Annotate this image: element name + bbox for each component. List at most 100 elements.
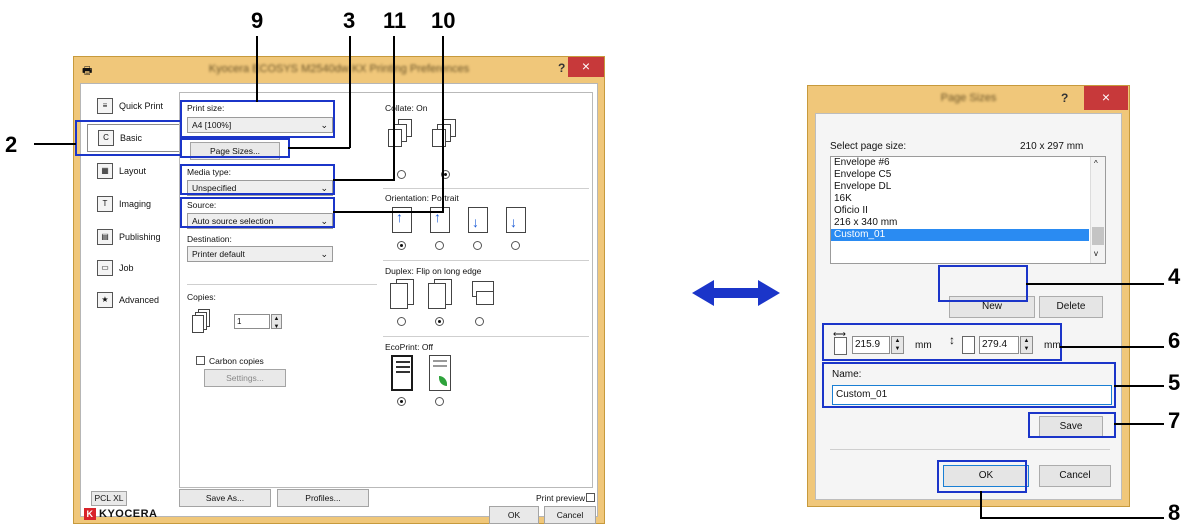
leader-line-10-h (333, 211, 444, 213)
leaf-icon (439, 376, 447, 386)
arrow-down-icon: ↓ (472, 214, 479, 230)
callout-7: 7 (1168, 408, 1181, 433)
scroll-down-icon[interactable]: v (1094, 249, 1098, 258)
orientation-radio-1[interactable] (397, 241, 406, 250)
ecoprint-off-icon (391, 355, 413, 391)
leader-line-7 (1114, 423, 1164, 425)
cancel-button[interactable]: Cancel (1039, 465, 1111, 487)
callout-box-ok (937, 460, 1027, 493)
job-icon: ▭ (97, 260, 113, 276)
orientation-radio-2[interactable] (435, 241, 444, 250)
list-item[interactable]: 216 x 340 mm (831, 217, 1105, 229)
tab-advanced[interactable]: ★ Advanced (87, 286, 187, 314)
orientation-radio-4[interactable] (511, 241, 520, 250)
callout-6: 6 (1168, 328, 1181, 353)
tab-job[interactable]: ▭ Job (87, 254, 187, 282)
close-button[interactable]: × (568, 57, 604, 77)
chevron-down-icon: ⌄ (320, 249, 328, 259)
tab-quick-print[interactable]: ≡ Quick Print (87, 92, 187, 120)
callout-box-page-sizes (180, 138, 290, 158)
separator (383, 260, 589, 261)
list-item[interactable]: Envelope #6 (831, 157, 1105, 169)
destination-dropdown[interactable]: Printer default ⌄ (187, 246, 333, 262)
list-scrollbar[interactable]: ^ v (1090, 157, 1105, 263)
callout-10: 10 (431, 8, 456, 33)
separator (383, 188, 589, 189)
callout-4: 4 (1168, 264, 1181, 289)
help-button[interactable]: ? (558, 61, 565, 75)
dialog-client: Select page size: 210 x 297 mm Envelope … (815, 113, 1122, 500)
duplex-long-edge-icon (428, 279, 454, 313)
list-item[interactable]: Oficio II (831, 205, 1105, 217)
tab-layout[interactable]: ▦ Layout (87, 157, 187, 185)
copies-input[interactable]: 1 (234, 314, 270, 329)
tab-label: Quick Print (119, 101, 164, 111)
tab-label: Layout (119, 166, 147, 176)
callout-box-save (1028, 412, 1116, 438)
title-bar[interactable]: 🖶 Kyocera ECOSYS M2540dw KX Printing Pre… (74, 57, 604, 83)
leader-line-11-h (333, 179, 395, 181)
settings-button[interactable]: Settings... (204, 369, 286, 387)
callout-5: 5 (1168, 370, 1181, 395)
list-item[interactable]: Envelope DL (831, 181, 1105, 193)
scroll-up-icon[interactable]: ^ (1094, 159, 1098, 168)
orientation-radio-3[interactable] (473, 241, 482, 250)
callout-box-dimensions (822, 323, 1062, 361)
landscape-rotated-icon: ↓ (506, 207, 526, 233)
callout-box-new (938, 265, 1028, 302)
page-size-list[interactable]: Envelope #6 Envelope C5 Envelope DL 16K … (830, 156, 1106, 264)
duplex-off-icon (390, 279, 416, 313)
window-title: Kyocera ECOSYS M2540dw KX Printing Prefe… (208, 63, 470, 75)
ecoprint-off-radio[interactable] (397, 397, 406, 406)
ecoprint-label: EcoPrint: Off (385, 342, 434, 352)
separator (830, 449, 1110, 450)
duplex-long-radio[interactable] (435, 317, 444, 326)
list-item-selected[interactable]: Custom_01 (831, 229, 1089, 241)
leader-line-3 (349, 36, 351, 148)
imaging-icon: T (97, 196, 113, 212)
tab-label: Job (119, 263, 134, 273)
callout-box-source (180, 197, 335, 228)
callout-box-print-size (180, 100, 335, 138)
pcl-xl-button[interactable]: PCL XL (91, 491, 127, 506)
leader-line-8-v (980, 491, 982, 519)
copies-spinner[interactable]: ▲ ▼ (271, 314, 282, 330)
callout-9: 9 (251, 8, 264, 33)
publishing-icon: ▤ (97, 229, 113, 245)
leader-line-3-h (288, 147, 350, 149)
callout-2: 2 (5, 132, 18, 157)
leader-line-11 (393, 36, 395, 181)
tab-publishing[interactable]: ▤ Publishing (87, 223, 187, 251)
leader-line-5 (1114, 385, 1164, 387)
ecoprint-on-radio[interactable] (435, 397, 444, 406)
callout-box-media-type (180, 164, 335, 195)
list-item[interactable]: Envelope C5 (831, 169, 1105, 181)
close-button[interactable]: × (1084, 86, 1128, 110)
copies-icon (192, 309, 210, 335)
collate-off-radio[interactable] (397, 170, 406, 179)
callout-box-basic-tab (75, 120, 182, 156)
print-preview-label: Print preview (536, 493, 586, 503)
dialog-title-bar[interactable]: Page Sizes ? × (808, 86, 1129, 112)
delete-button[interactable]: Delete (1039, 296, 1103, 318)
layout-icon: ▦ (97, 163, 113, 179)
callout-3: 3 (343, 8, 356, 33)
duplex-off-radio[interactable] (397, 317, 406, 326)
copies-label: Copies: (187, 292, 216, 302)
help-button[interactable]: ? (1061, 91, 1068, 105)
leader-line-10 (442, 36, 444, 213)
ok-button[interactable]: OK (489, 506, 539, 524)
profiles-button[interactable]: Profiles... (277, 489, 369, 507)
ecoprint-on-icon (429, 355, 451, 391)
carbon-copies-checkbox[interactable] (196, 356, 205, 365)
save-as-button[interactable]: Save As... (179, 489, 271, 507)
print-preview-checkbox[interactable] (586, 493, 595, 502)
select-page-size-label: Select page size: (830, 141, 907, 152)
callout-8: 8 (1168, 500, 1181, 525)
carbon-copies-label: Carbon copies (209, 356, 264, 366)
duplex-short-radio[interactable] (475, 317, 484, 326)
list-item[interactable]: 16K (831, 193, 1105, 205)
scroll-thumb[interactable] (1092, 227, 1104, 245)
tab-imaging[interactable]: T Imaging (87, 190, 187, 218)
cancel-button[interactable]: Cancel (544, 506, 596, 524)
